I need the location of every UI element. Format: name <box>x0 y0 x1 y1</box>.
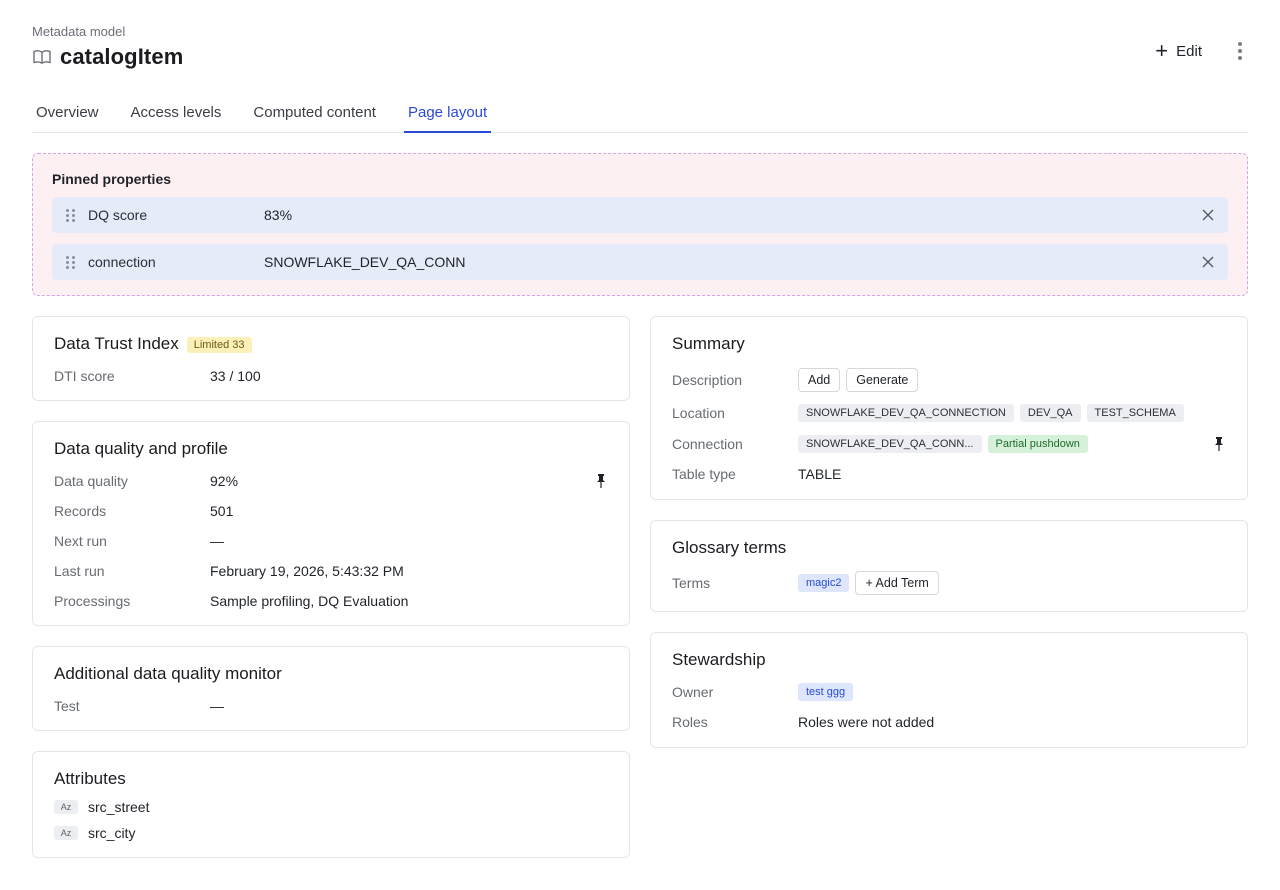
location-chip[interactable]: SNOWFLAKE_DEV_QA_CONNECTION <box>798 404 1014 422</box>
stewardship-card: Stewardship Owner test ggg Roles Roles w… <box>650 632 1248 748</box>
string-type-icon: Az <box>54 800 78 814</box>
terms-row: Terms magic2 + Add Term <box>672 570 1226 596</box>
attribute-item[interactable]: Az src_street <box>54 795 608 819</box>
dti-card: Data Trust Index Limited 33 DTI score 33 … <box>32 316 630 401</box>
tab-bar: Overview Access levels Computed content … <box>32 96 1248 133</box>
dq-monitor-card: Additional data quality monitor Test — <box>32 646 630 731</box>
row-value: 33 / 100 <box>210 368 261 384</box>
dq-row: Records 501 <box>54 499 608 523</box>
glossary-card: Glossary terms Terms magic2 + Add Term <box>650 520 1248 612</box>
drag-handle-icon[interactable] <box>52 255 88 269</box>
close-icon[interactable] <box>1188 209 1228 221</box>
row-key: Test <box>54 698 80 714</box>
row-key: Processings <box>54 593 131 609</box>
row-value: 501 <box>210 503 234 519</box>
row-key: Location <box>672 405 725 421</box>
limited-badge: Limited 33 <box>186 336 252 353</box>
owner-row: Owner test ggg <box>672 680 1226 704</box>
pinned-properties-title: Pinned properties <box>52 171 172 187</box>
tab-access-levels[interactable]: Access levels <box>127 96 226 133</box>
more-menu-kebab-vertical-icon[interactable] <box>1232 38 1248 64</box>
row-key: Records <box>54 503 107 519</box>
dti-score-row: DTI score 33 / 100 <box>54 364 608 388</box>
edit-button[interactable]: + Edit <box>1147 36 1210 66</box>
plus-icon: + <box>1155 38 1169 63</box>
row-key: Description <box>672 372 743 388</box>
pinned-row[interactable]: connection SNOWFLAKE_DEV_QA_CONN <box>52 244 1228 280</box>
card-title: Summary <box>672 334 745 353</box>
row-key: Next run <box>54 533 107 549</box>
location-row: Location SNOWFLAKE_DEV_QA_CONNECTION DEV… <box>672 401 1226 425</box>
row-value: — <box>210 533 224 549</box>
header-actions: + Edit <box>1147 36 1248 66</box>
dq-row: Last run February 19, 2026, 5:43:32 PM <box>54 559 608 583</box>
page-eyebrow: Metadata model <box>32 24 126 39</box>
attribute-name: src_street <box>88 799 150 815</box>
add-term-button[interactable]: + Add Term <box>855 571 939 595</box>
page-title-row: catalogItem <box>32 44 183 70</box>
connection-row: Connection SNOWFLAKE_DEV_QA_CONN... Part… <box>672 432 1226 456</box>
card-title: Additional data quality monitor <box>54 664 282 683</box>
string-type-icon: Az <box>54 826 78 840</box>
table-type-row: Table type TABLE <box>672 462 1226 486</box>
row-key: Last run <box>54 563 105 579</box>
page-title: catalogItem <box>60 44 184 69</box>
data-quality-card: Data quality and profile Data quality 92… <box>32 421 630 626</box>
pinned-key: DQ score <box>88 207 148 223</box>
row-value: 92% <box>210 473 239 489</box>
attribute-name: src_city <box>88 825 136 841</box>
attribute-item[interactable]: Az src_city <box>54 821 608 845</box>
pinned-row[interactable]: DQ score 83% <box>52 197 1228 233</box>
row-key: Owner <box>672 684 714 700</box>
row-key: Terms <box>672 575 711 591</box>
connection-chip[interactable]: SNOWFLAKE_DEV_QA_CONN... <box>798 435 982 453</box>
monitor-row: Test — <box>54 694 608 718</box>
edit-button-label: Edit <box>1176 42 1202 60</box>
pinned-key: connection <box>88 254 156 270</box>
drag-handle-icon[interactable] <box>52 208 88 222</box>
row-value: Sample profiling, DQ Evaluation <box>210 593 409 609</box>
summary-card: Summary Description Add Generate Locatio… <box>650 316 1248 500</box>
pin-icon[interactable] <box>595 474 607 488</box>
book-open-icon <box>32 47 52 67</box>
card-title: Data Trust Index Limited 33 <box>54 334 252 354</box>
tab-page-layout[interactable]: Page layout <box>403 96 492 133</box>
dq-row: Data quality 92% <box>54 469 608 493</box>
pinned-value: SNOWFLAKE_DEV_QA_CONN <box>264 254 466 270</box>
attributes-card: Attributes Az src_street Az src_city <box>32 751 630 858</box>
row-value: — <box>210 698 224 714</box>
row-value: TABLE <box>798 466 842 482</box>
pin-icon[interactable] <box>1213 437 1225 451</box>
card-title: Glossary terms <box>672 538 787 557</box>
roles-row: Roles Roles were not added <box>672 710 1226 734</box>
location-chip[interactable]: TEST_SCHEMA <box>1086 404 1184 422</box>
pushdown-badge: Partial pushdown <box>987 435 1088 453</box>
tab-computed-content[interactable]: Computed content <box>249 96 380 133</box>
row-value: February 19, 2026, 5:43:32 PM <box>210 563 404 579</box>
row-key: Table type <box>672 466 736 482</box>
owner-chip[interactable]: test ggg <box>798 683 854 701</box>
pinned-value: 83% <box>264 207 293 223</box>
pinned-properties-dropzone[interactable]: Pinned properties DQ score 83% connectio… <box>32 153 1248 296</box>
add-description-button[interactable]: Add <box>798 368 841 392</box>
dq-row: Next run — <box>54 529 608 553</box>
card-title: Data quality and profile <box>54 439 228 458</box>
card-title: Attributes <box>54 769 126 788</box>
location-chip[interactable]: DEV_QA <box>1019 404 1081 422</box>
generate-description-button[interactable]: Generate <box>846 368 919 392</box>
card-title: Stewardship <box>672 650 766 669</box>
row-key: DTI score <box>54 368 115 384</box>
row-key: Data quality <box>54 473 128 489</box>
tab-overview[interactable]: Overview <box>32 96 103 133</box>
row-value: Roles were not added <box>798 714 935 730</box>
term-chip[interactable]: magic2 <box>798 574 850 592</box>
row-key: Roles <box>672 714 708 730</box>
description-row: Description Add Generate <box>672 367 1226 393</box>
close-icon[interactable] <box>1188 256 1228 268</box>
dq-row: Processings Sample profiling, DQ Evaluat… <box>54 589 608 613</box>
row-key: Connection <box>672 436 743 452</box>
